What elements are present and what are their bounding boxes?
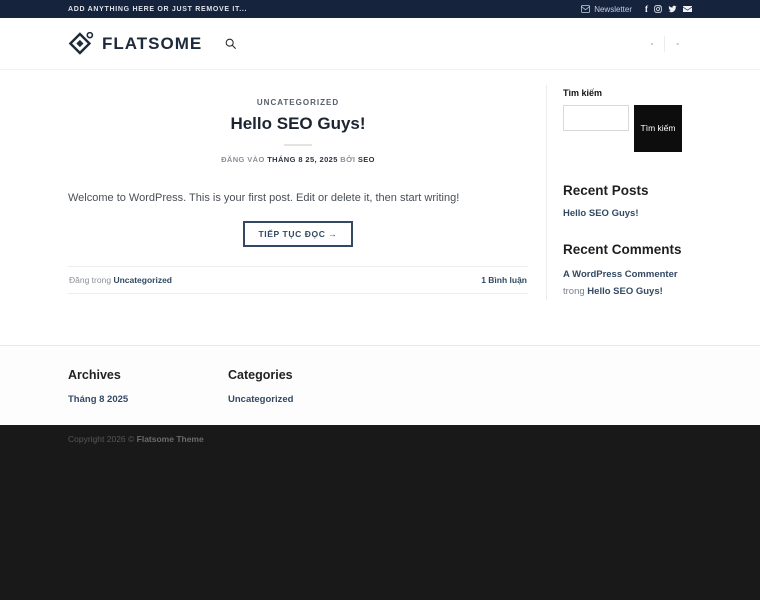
logo-text: FLATSOME	[102, 33, 203, 53]
sidebar-search-label: Tìm kiếm	[563, 88, 603, 98]
archives-title: Archives	[68, 368, 121, 382]
recent-comment-item: A WordPress Commenter trong Hello SEO Gu…	[563, 267, 692, 300]
post-meta: ĐĂNG VÀO THÁNG 8 25, 2025 BỞI SEO	[68, 155, 528, 164]
categories-widget: Categories Uncategorized	[228, 368, 388, 407]
envelope-icon	[581, 5, 591, 13]
copyright-text: Copyright 2026 © Flatsome Theme	[68, 434, 692, 444]
social-icons: f	[645, 4, 692, 14]
post-article: UNCATEGORIZED Hello SEO Guys! ĐĂNG VÀO T…	[68, 85, 528, 300]
site-header: FLATSOME - -	[0, 18, 760, 70]
copyright-prefix: Copyright 2026 ©	[68, 434, 137, 444]
comment-in-label: trong	[563, 285, 585, 297]
footer-category-link[interactable]: Uncategorized	[228, 394, 293, 405]
post-date: THÁNG 8 25, 2025	[267, 155, 338, 164]
recent-posts-widget: Recent Posts Hello SEO Guys!	[563, 183, 692, 221]
comments-count-link[interactable]: 1 Bình luận	[481, 275, 527, 285]
twitter-icon[interactable]	[668, 5, 677, 13]
facebook-icon[interactable]: f	[645, 4, 648, 14]
by-label: BỞI	[340, 155, 356, 164]
sidebar-search-button[interactable]: Tìm kiếm	[634, 105, 682, 152]
flatsome-logo[interactable]: FLATSOME	[68, 30, 202, 57]
entry-meta-row: Đăng trong Uncategorized 1 Bình luận	[68, 266, 528, 295]
post-category-link[interactable]: UNCATEGORIZED	[257, 98, 339, 107]
instagram-icon[interactable]	[654, 5, 662, 13]
newsletter-link[interactable]: Newsletter	[581, 5, 632, 14]
posted-in-label: Đăng trong	[69, 275, 112, 286]
header-menu-item-1[interactable]: -	[640, 39, 665, 48]
comment-author-link[interactable]: A WordPress Commenter	[563, 269, 678, 280]
topbar-right: Newsletter f	[581, 4, 692, 14]
archive-month-link[interactable]: Tháng 8 2025	[68, 394, 128, 405]
flatsome-diamond-icon	[68, 30, 95, 57]
top-bar: ADD ANYTHING HERE OR JUST REMOVE IT... N…	[0, 0, 760, 18]
recent-comments-title: Recent Comments	[563, 242, 682, 257]
comment-post-link[interactable]: Hello SEO Guys!	[587, 286, 663, 297]
posted-in-category-link[interactable]: Uncategorized	[113, 275, 172, 285]
footer-widgets: Archives Tháng 8 2025 Categories Uncateg…	[0, 345, 760, 425]
header-menu: - -	[640, 35, 690, 52]
recent-comments-widget: Recent Comments A WordPress Commenter tr…	[563, 242, 692, 300]
header-menu-item-2[interactable]: -	[665, 39, 690, 48]
recent-posts-title: Recent Posts	[563, 183, 649, 198]
post-excerpt: Welcome to WordPress. This is your first…	[68, 192, 460, 204]
search-icon[interactable]	[224, 37, 237, 50]
read-more-button[interactable]: TIẾP TỤC ĐỌC →	[243, 221, 353, 248]
title-divider	[284, 144, 312, 146]
post-author-link[interactable]: SEO	[358, 155, 375, 164]
newsletter-label: Newsletter	[594, 4, 632, 14]
copyright-brand-link[interactable]: Flatsome Theme	[137, 434, 204, 444]
email-icon[interactable]	[683, 5, 692, 13]
posted-on-label: ĐĂNG VÀO	[221, 155, 265, 164]
recent-post-link[interactable]: Hello SEO Guys!	[563, 208, 639, 219]
post-title[interactable]: Hello SEO Guys!	[68, 114, 528, 134]
archives-widget: Archives Tháng 8 2025	[68, 368, 228, 407]
categories-title: Categories	[228, 368, 293, 382]
sidebar-search-input[interactable]	[563, 105, 629, 131]
main-content: UNCATEGORIZED Hello SEO Guys! ĐĂNG VÀO T…	[0, 70, 760, 345]
absolute-footer: Copyright 2026 © Flatsome Theme	[0, 425, 760, 600]
sidebar: Tìm kiếm Tìm kiếm Recent Posts Hello SEO…	[546, 85, 692, 301]
topbar-message: ADD ANYTHING HERE OR JUST REMOVE IT...	[68, 5, 248, 13]
